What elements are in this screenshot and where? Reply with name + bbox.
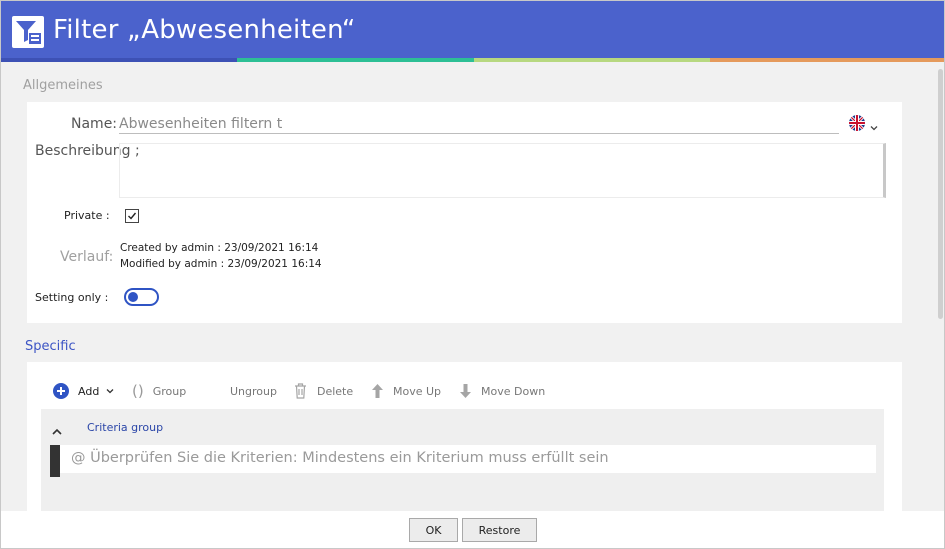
criteria-row[interactable]: @ Überprüfen Sie die Kriterien: Mindeste… [50,445,876,477]
created-info: Created by admin : 23/09/2021 16:14 [120,242,319,254]
header-stripe [710,58,944,62]
uk-flag-icon[interactable] [849,115,865,131]
checkmark-icon [128,212,137,220]
filter-icon [12,16,44,48]
restore-button[interactable]: Restore [462,518,537,542]
delete-label: Delete [317,384,354,398]
modified-info: Modified by admin : 23/09/2021 16:14 [120,258,322,270]
criteria-group-label[interactable]: Criteria group [87,421,163,434]
name-label: Name: [71,116,118,132]
ungroup-button[interactable]: Ungroup [230,383,277,399]
chevron-down-icon[interactable] [869,118,879,131]
dialog-footer: OK Restore [1,511,944,548]
ok-button[interactable]: OK [409,518,458,542]
private-checkbox[interactable] [125,209,139,223]
group-button[interactable]: () Group [132,382,187,400]
section-title-specific: Specific [25,339,76,354]
description-field[interactable] [119,143,886,198]
move-down-button[interactable]: Move Down [459,383,545,399]
setting-only-toggle[interactable] [124,288,159,306]
plus-circle-icon [53,383,69,399]
add-button[interactable]: Add [53,383,115,399]
ungroup-label: Ungroup [230,384,277,398]
delete-button[interactable]: Delete [294,383,353,399]
filter-dialog: Filter „Abwesenheiten“ Allgemeines Name:… [0,0,945,549]
section-title-general: Allgemeines [23,78,103,93]
scrollbar-thumb[interactable] [938,69,943,319]
criteria-text: @ Überprüfen Sie die Kriterien: Mindeste… [71,450,609,466]
move-down-label: Move Down [481,384,546,398]
move-up-button[interactable]: Move Up [371,383,441,399]
add-label: Add [78,384,100,398]
chevron-down-icon [106,389,114,394]
arrow-down-icon [460,384,471,398]
private-label: Private : [64,209,110,222]
arrow-up-icon [372,384,383,398]
header-stripe [474,58,710,62]
criteria-row-handle[interactable] [50,445,60,477]
name-input[interactable]: Abwesenheiten filtern t [119,116,839,134]
header-stripe [1,58,237,62]
chevron-up-icon[interactable] [51,422,63,435]
move-up-label: Move Up [393,384,442,398]
trash-icon [295,383,306,399]
group-label: Group [152,384,187,398]
setting-only-label: Setting only : [35,291,109,304]
dialog-header: Filter „Abwesenheiten“ [1,1,944,58]
group-icon: () [132,382,144,400]
dialog-title: Filter „Abwesenheiten“ [53,15,356,45]
general-panel: Name: Abwesenheiten filtern t Beschreibu… [27,102,902,323]
header-stripe [237,58,474,62]
toggle-knob [128,292,138,302]
history-label: Verlauf: [60,249,114,265]
